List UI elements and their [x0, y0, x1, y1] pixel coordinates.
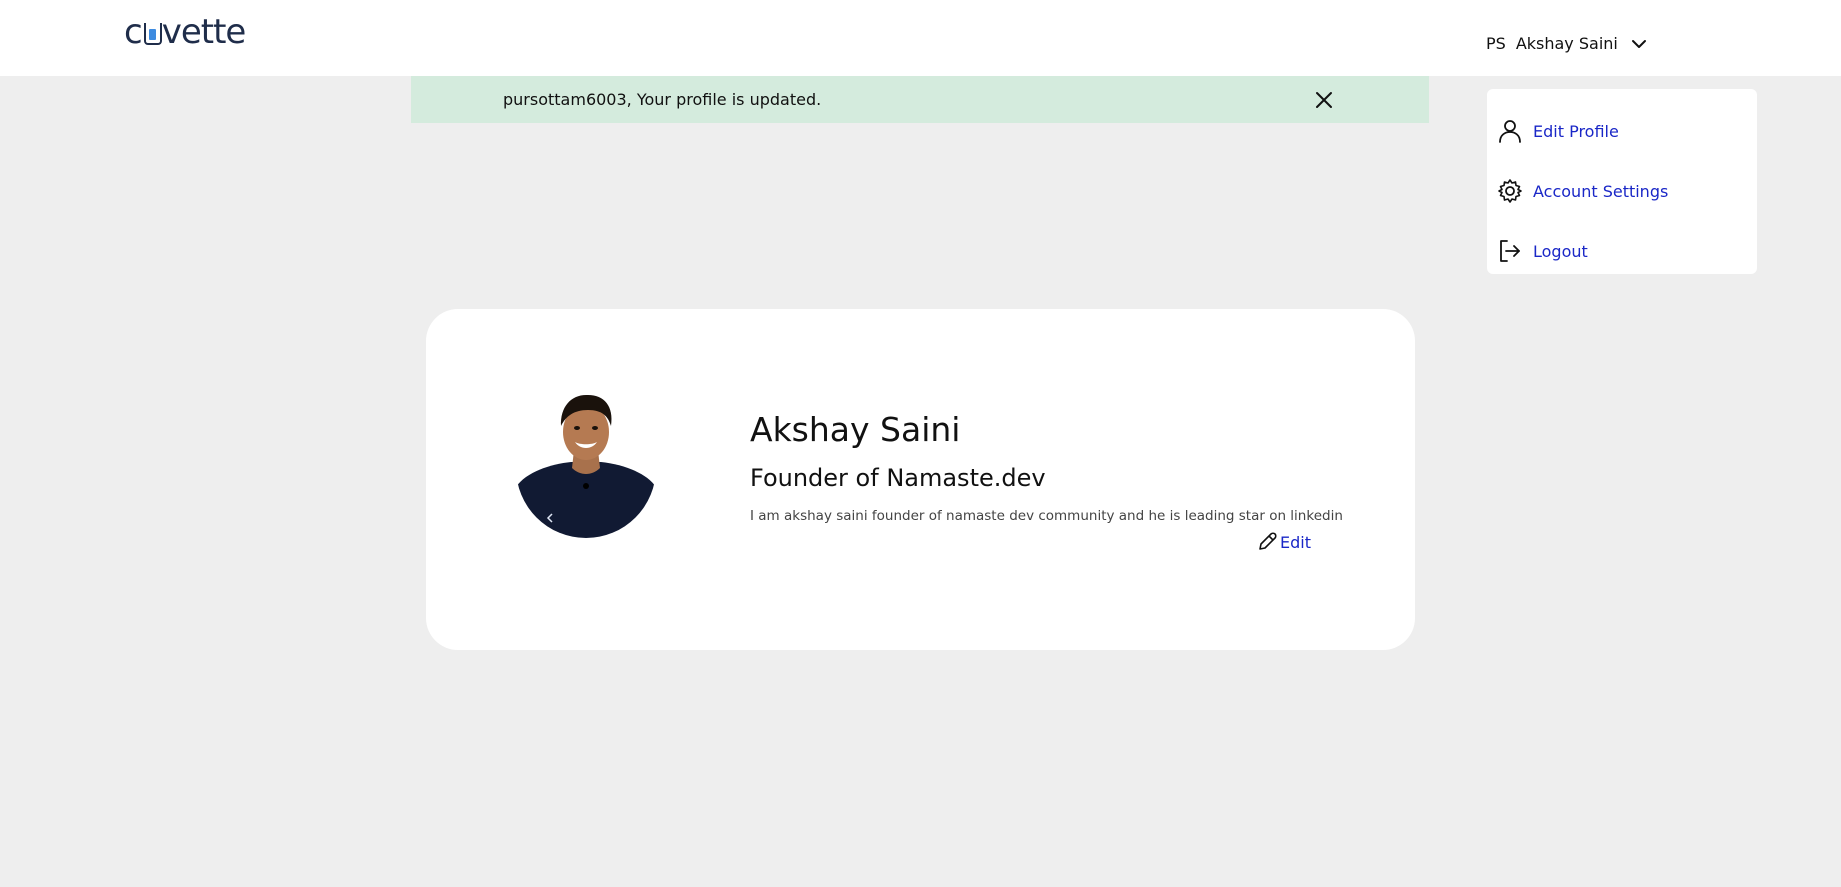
- menu-item-logout[interactable]: Logout: [1497, 238, 1588, 264]
- gear-icon: [1498, 179, 1522, 203]
- user-icon: [1499, 120, 1521, 143]
- chevron-down-icon: [1631, 39, 1646, 48]
- profile-title: Founder of Namaste.dev: [750, 464, 1046, 492]
- user-name: Akshay Saini: [1515, 34, 1618, 53]
- profile-card: Akshay Saini Founder of Namaste.dev I am…: [426, 309, 1415, 650]
- pencil-icon: [1259, 532, 1277, 550]
- menu-item-account-settings[interactable]: Account Settings: [1497, 178, 1668, 204]
- top-navbar: c vette PS Akshay Saini: [0, 0, 1841, 76]
- toast-message: pursottam6003, Your profile is updated.: [503, 90, 822, 109]
- menu-item-edit-profile[interactable]: Edit Profile: [1497, 118, 1619, 144]
- profile-name: Akshay Saini: [750, 410, 961, 449]
- menu-item-label: Edit Profile: [1533, 121, 1619, 141]
- edit-label: Edit: [1280, 532, 1311, 552]
- menu-item-label: Logout: [1533, 241, 1588, 261]
- logo-cup-icon: [143, 23, 162, 47]
- logout-icon: [1500, 240, 1520, 262]
- profile-bio: I am akshay saini founder of namaste dev…: [750, 508, 1343, 524]
- logo-text-start: c: [124, 12, 143, 52]
- menu-item-label: Account Settings: [1533, 181, 1669, 201]
- user-menu-toggle[interactable]: PS Akshay Saini: [1486, 34, 1648, 53]
- edit-profile-button[interactable]: Edit: [1256, 531, 1311, 553]
- cuvette-logo[interactable]: c vette: [124, 12, 247, 52]
- user-dropdown-menu: Edit Profile Account Settings Logout: [1487, 89, 1757, 274]
- logo-text-end: vette: [161, 12, 247, 52]
- avatar-photo: [516, 392, 656, 538]
- close-icon[interactable]: [1314, 90, 1334, 110]
- avatar: [516, 392, 656, 538]
- user-initials: PS: [1486, 34, 1506, 53]
- success-toast: pursottam6003, Your profile is updated.: [411, 76, 1429, 123]
